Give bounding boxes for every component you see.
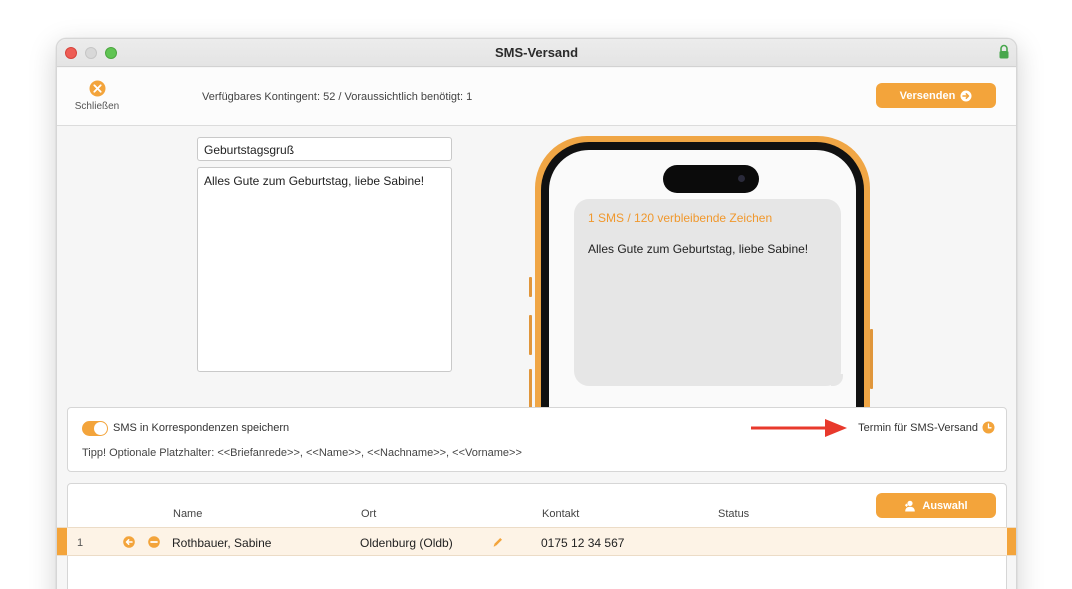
send-button-label: Versenden [899,89,956,102]
arrow-left-circle-icon[interactable] [123,536,135,548]
close-circle-icon [89,80,105,97]
sms-window: SMS-Versand Schließen Verfügbares Kontin… [56,38,1017,589]
message-textarea[interactable]: Alles Gute zum Geburtstag, liebe Sabine! [197,167,452,372]
close-button[interactable]: Schließen [69,80,125,116]
window-title: SMS-Versand [494,45,579,60]
arrow-right-circle-icon [960,90,972,101]
row-accent-left [57,528,67,555]
camera-dot [738,175,745,182]
column-header-ort: Ort [361,508,377,520]
phone-side-button [529,369,532,409]
save-correspondence-label: SMS in Korrespondenzen speichern [113,422,290,434]
quota-info: Verfügbares Kontingent: 52 / Voraussicht… [202,91,473,103]
row-index: 1 [77,537,84,549]
row-accent-right [1007,528,1016,555]
send-button[interactable]: Versenden [876,83,996,108]
row-name: Rothbauer, Sabine [172,536,272,550]
annotation-arrow-icon [751,419,847,437]
save-correspondence-toggle[interactable] [82,421,108,436]
column-header-kontakt: Kontakt [542,508,580,520]
sms-counter: 1 SMS / 120 verbleibende Zeichen [588,211,773,225]
phone-side-button [870,329,873,389]
table-row[interactable]: 1 Rothbauer, Sabine Oldenburg (Oldb) 017… [57,527,1016,556]
dynamic-island [663,165,759,193]
select-recipients-button[interactable]: Auswahl [876,493,996,518]
subject-input[interactable]: Geburtstagsgruß [197,137,452,161]
sms-preview-text: Alles Gute zum Geburtstag, liebe Sabine! [588,242,809,256]
lock-icon [999,44,1009,59]
select-recipients-label: Auswahl [922,499,968,512]
column-header-status: Status [718,508,750,520]
phone-side-button [529,277,532,297]
row-ort: Oldenburg (Oldb) [360,536,453,550]
options-panel: SMS in Korrespondenzen speichern Tipp! O… [67,407,1007,472]
column-header-name: Name [173,508,203,520]
minus-circle-icon[interactable] [148,536,160,548]
sms-preview-bubble: 1 SMS / 120 verbleibende Zeichen Alles G… [574,199,841,386]
phone-side-button [529,315,532,355]
clock-icon[interactable] [982,421,995,434]
title-bar: SMS-Versand [57,39,1016,67]
schedule-link[interactable]: Termin für SMS-Versand [858,422,978,434]
toolbar: Schließen Verfügbares Kontingent: 52 / V… [57,68,1016,126]
toggle-knob [94,422,107,435]
pencil-icon[interactable] [492,536,504,548]
close-button-label: Schließen [74,101,120,112]
row-kontakt: 0175 12 34 567 [541,536,625,550]
placeholder-hint: Tipp! Optionale Platzhalter: <<Briefanre… [82,447,522,459]
person-plus-icon [905,500,916,511]
